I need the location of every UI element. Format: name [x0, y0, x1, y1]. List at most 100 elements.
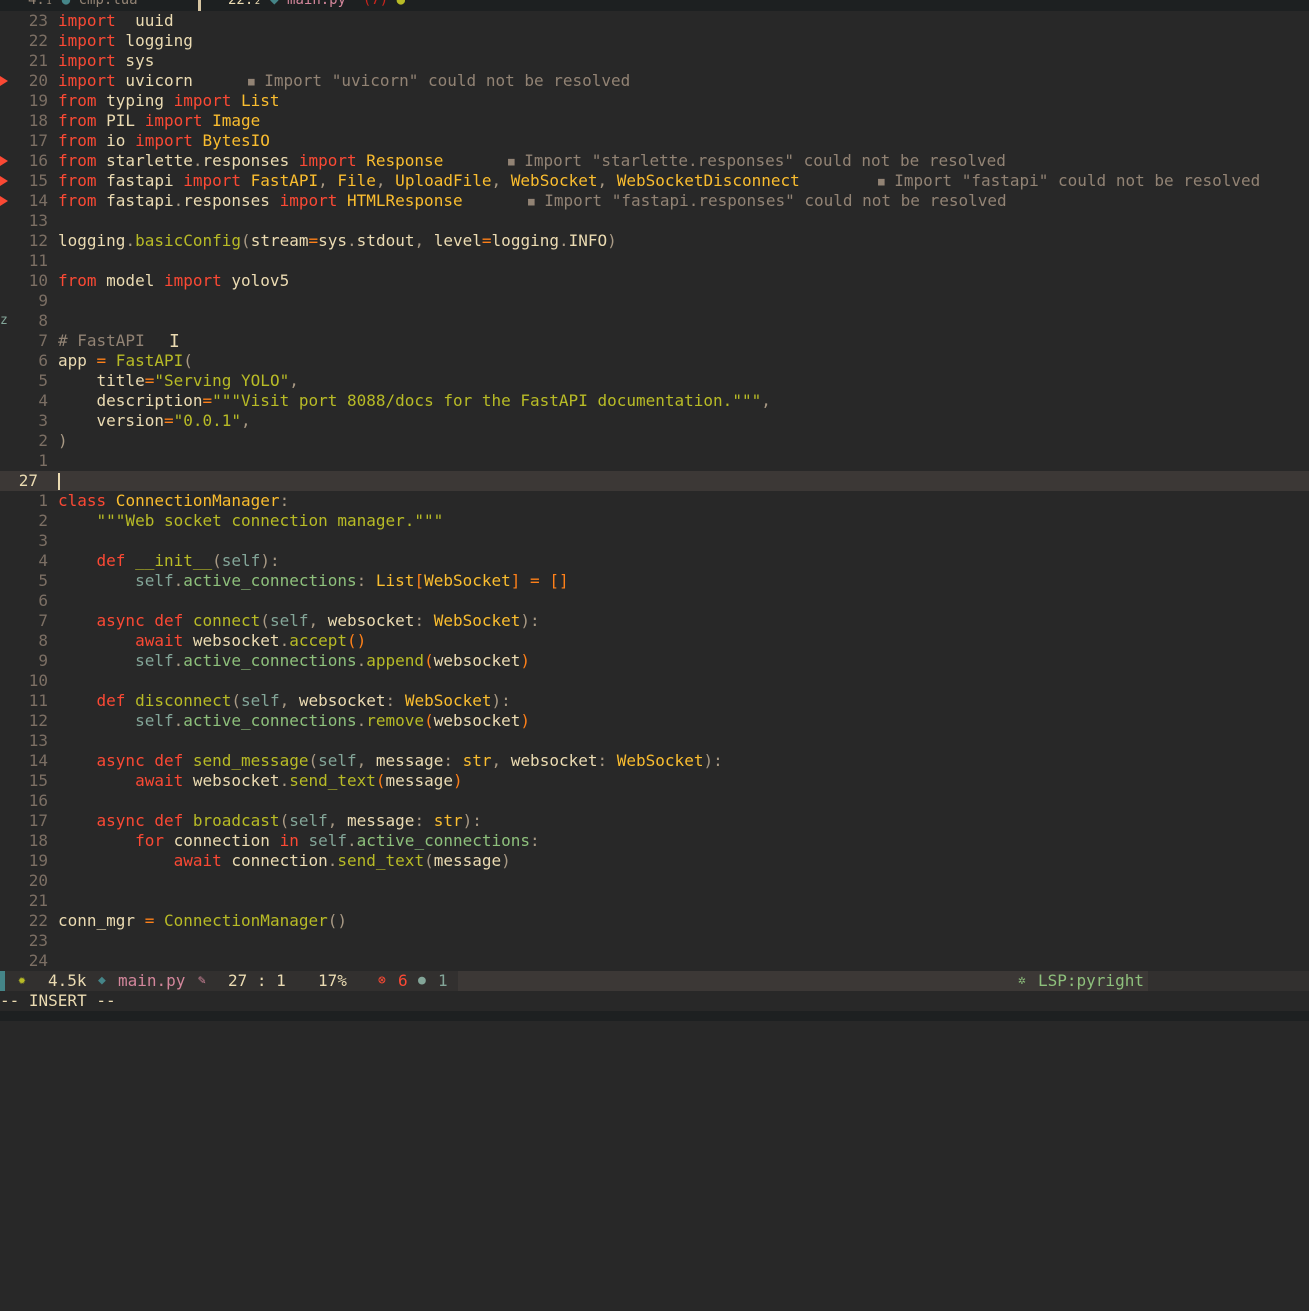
diagnostic-square-icon: ■	[508, 155, 515, 168]
editor-buffer[interactable]: 23 import uuid 22 import logging 21 import sy…	[0, 11, 1309, 971]
code-line[interactable]: 18 for connection in self.active_connect…	[0, 831, 1309, 851]
command-line[interactable]: -- INSERT --	[0, 991, 1309, 1011]
code-line[interactable]: 12 logging.basicConfig(stream=sys.stdout,…	[0, 231, 1309, 251]
code-token: )	[452, 771, 463, 790]
code-text: app = FastAPI(	[58, 351, 193, 371]
code-line[interactable]: 3 version="0.0.1",	[0, 411, 1309, 431]
line-number: 24	[28, 951, 48, 970]
code-line[interactable]: 20 import uvicorn ■ Import "uvicorn" could…	[0, 71, 1309, 91]
code-line[interactable]: 21 import sys	[0, 51, 1309, 71]
code-line[interactable]: 3	[0, 531, 1309, 551]
code-line[interactable]: 11	[0, 251, 1309, 271]
code-line[interactable]: 24	[0, 951, 1309, 971]
code-line[interactable]: 19 from typing import List	[0, 91, 1309, 111]
code-line[interactable]: 17 from io import BytesIO	[0, 131, 1309, 151]
code-line[interactable]: 18 from PIL import Image	[0, 111, 1309, 131]
code-line[interactable]: 1 class ConnectionManager:	[0, 491, 1309, 511]
code-token: send_text	[337, 851, 425, 870]
code-token: self	[318, 751, 357, 770]
code-line[interactable]: 19 await connection.send_text(message)	[0, 851, 1309, 871]
tab-cmp-lua[interactable]: 4.₁ ● cmp.lua	[28, 0, 138, 7]
code-line[interactable]: 6	[0, 591, 1309, 611]
line-number: 5	[38, 371, 48, 390]
code-token: await	[173, 851, 222, 870]
code-token: :	[414, 811, 425, 830]
code-line[interactable]: 16	[0, 791, 1309, 811]
code-line[interactable]: 12 self.active_connections.remove(websoc…	[0, 711, 1309, 731]
current-line[interactable]: 27	[0, 471, 1309, 491]
code-token: import	[58, 31, 116, 50]
code-line[interactable]: 6 app = FastAPI(	[0, 351, 1309, 371]
code-line[interactable]: 13	[0, 731, 1309, 751]
line-number: 20	[28, 71, 48, 90]
code-token: connection	[221, 851, 328, 870]
code-line[interactable]: 10 from model import yolov5	[0, 271, 1309, 291]
code-token: model	[96, 271, 164, 290]
code-token: def	[96, 691, 126, 710]
code-token: ,	[761, 391, 771, 410]
code-line[interactable]: 17 async def broadcast(self, message: st…	[0, 811, 1309, 831]
code-token: WebSocket	[607, 751, 704, 770]
code-token: uvicorn	[115, 71, 193, 90]
code-token: title	[58, 371, 145, 390]
code-token: =	[96, 351, 107, 370]
code-line[interactable]: 7 # FastAPI	[0, 331, 1309, 351]
code-line[interactable]: 8 await websocket.accept()	[0, 631, 1309, 651]
code-line[interactable]: 20	[0, 871, 1309, 891]
code-token: websocket	[318, 611, 415, 630]
code-line[interactable]: 9 self.active_connections.append(websock…	[0, 651, 1309, 671]
code-line[interactable]: 23	[0, 931, 1309, 951]
code-token: websocket	[501, 751, 598, 770]
error-count: 6	[398, 971, 408, 990]
code-line[interactable]: 7 async def connect(self, websocket: Web…	[0, 611, 1309, 631]
code-text: # FastAPI	[58, 331, 145, 351]
code-line[interactable]: 21	[0, 891, 1309, 911]
code-text: conn_mgr = ConnectionManager()	[58, 911, 347, 931]
code-line[interactable]: 14 from fastapi.responses import HTMLResp…	[0, 191, 1309, 211]
code-line[interactable]: 2)	[0, 431, 1309, 451]
code-token: self	[135, 711, 174, 730]
code-line[interactable]: 9	[0, 291, 1309, 311]
code-line[interactable]: 15 from fastapi import FastAPI, File, Upl…	[0, 171, 1309, 191]
code-token: websocket	[183, 771, 280, 790]
code-token: "0.0.1"	[173, 411, 242, 430]
code-token: import	[58, 51, 116, 70]
code-token: ]	[510, 571, 521, 590]
code-token: class	[58, 491, 107, 510]
code-line[interactable]: 13	[0, 211, 1309, 231]
code-text: """Web socket connection manager."""	[58, 511, 444, 531]
code-token: yolov5	[221, 271, 290, 290]
code-token: """Visit port 8088/docs for the FastAPI …	[212, 391, 762, 410]
code-line[interactable]: 11 def disconnect(self, websocket: WebSo…	[0, 691, 1309, 711]
code-line[interactable]: z8	[0, 311, 1309, 331]
code-line[interactable]: 4 description="""Visit port 8088/docs fo…	[0, 391, 1309, 411]
code-token: disconnect	[125, 691, 232, 710]
code-line[interactable]: 1	[0, 451, 1309, 471]
code-line[interactable]: 2 """Web socket connection manager."""	[0, 511, 1309, 531]
code-line[interactable]: 22 conn_mgr = ConnectionManager()	[0, 911, 1309, 931]
code-line[interactable]: 22 import logging	[0, 31, 1309, 51]
line-number: 7	[38, 611, 48, 630]
code-line[interactable]: 4 def __init__(self):	[0, 551, 1309, 571]
mark-indicator: z	[0, 313, 8, 328]
code-line[interactable]: 5 self.active_connections: List[WebSocke…	[0, 571, 1309, 591]
code-line[interactable]: 5 title="Serving YOLO",	[0, 371, 1309, 391]
code-token: ConnectionManager	[154, 911, 328, 930]
code-token: ()	[347, 631, 367, 650]
mouse-ibeam-cursor: I	[169, 331, 180, 352]
code-line[interactable]: 14 async def send_message(self, message:…	[0, 751, 1309, 771]
code-line[interactable]: 15 await websocket.send_text(message)	[0, 771, 1309, 791]
line-number: 3	[38, 531, 48, 550]
line-number: 18	[28, 111, 48, 130]
code-line[interactable]: 23 import uuid	[0, 11, 1309, 31]
tab-main-py[interactable]: 22.₂ ◆ main.py (7) ●	[228, 0, 405, 7]
code-token: active_connections	[183, 711, 357, 730]
code-text: )	[58, 431, 68, 451]
code-token: =	[144, 371, 155, 390]
line-number: 6	[38, 351, 48, 370]
code-line[interactable]: 16 from starlette.responses import Respon…	[0, 151, 1309, 171]
code-token: WebSocket	[424, 571, 511, 590]
code-line[interactable]: 10	[0, 671, 1309, 691]
